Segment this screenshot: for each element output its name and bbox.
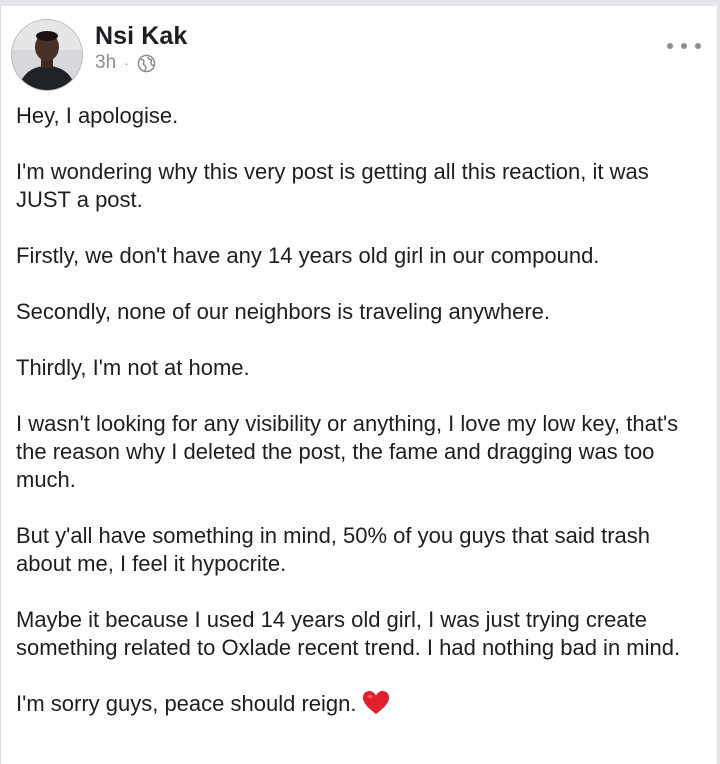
post-paragraph: Thirdly, I'm not at home. xyxy=(16,355,250,380)
post-card: Nsi Kak 3h · Hey, I apologise. I'm wonde… xyxy=(0,6,718,764)
globe-icon xyxy=(137,54,156,73)
post-paragraph: I wasn't looking for any visibility or a… xyxy=(16,411,679,492)
avatar-photo xyxy=(12,20,82,90)
more-horizontal-icon-dot xyxy=(667,43,673,49)
red-heart-icon xyxy=(362,690,390,716)
post-paragraph: Maybe it because I used 14 years old gir… xyxy=(16,607,681,660)
meta-separator: · xyxy=(124,55,129,71)
post-meta: 3h · xyxy=(95,52,156,74)
post-closing-text: I'm sorry guys, peace should reign. xyxy=(16,691,357,716)
post-paragraph: I'm wondering why this very post is gett… xyxy=(16,159,649,212)
post-paragraph: Firstly, we don't have any 14 years old … xyxy=(16,243,600,268)
post-body: Hey, I apologise. I'm wondering why this… xyxy=(16,102,706,746)
author-name[interactable]: Nsi Kak xyxy=(95,22,187,51)
more-horizontal-icon-dot xyxy=(681,43,687,49)
post-closing: I'm sorry guys, peace should reign. xyxy=(16,690,706,718)
author-avatar[interactable] xyxy=(12,20,82,90)
post-paragraph: But y'all have something in mind, 50% of… xyxy=(16,523,650,576)
more-options-button[interactable] xyxy=(667,36,701,56)
post-time[interactable]: 3h xyxy=(95,52,116,74)
post-paragraph: Hey, I apologise. xyxy=(16,103,179,128)
more-horizontal-icon-dot xyxy=(695,43,701,49)
post-paragraph: Secondly, none of our neighbors is trave… xyxy=(16,299,551,324)
